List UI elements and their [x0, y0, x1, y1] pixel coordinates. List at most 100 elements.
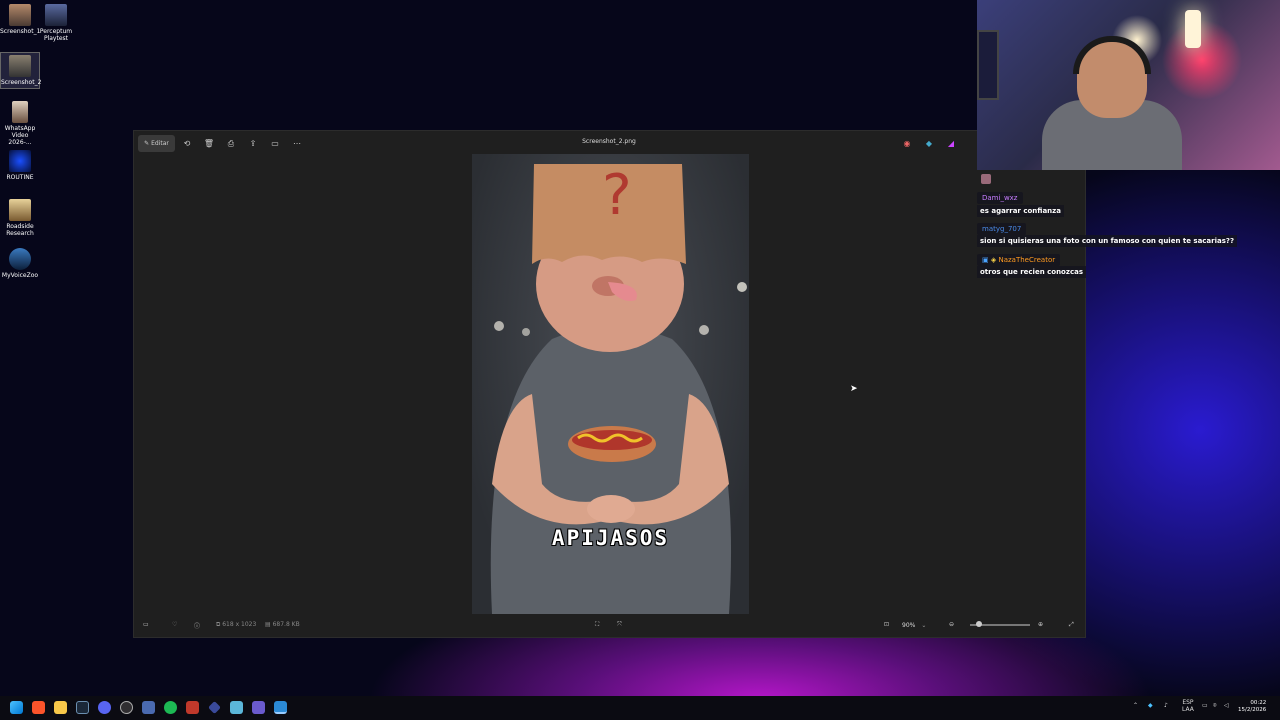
headset-shape [1073, 36, 1151, 74]
slideshow-icon[interactable]: ▭ [267, 135, 283, 152]
zoom-in-icon[interactable]: ⊕ [1038, 621, 1043, 628]
zoom-dropdown[interactable]: 90% ⌄ [902, 619, 936, 631]
rotate-icon[interactable]: ⟲ [179, 135, 195, 152]
lamp-shape [1185, 10, 1201, 48]
copilot-icon[interactable]: ◉ [900, 135, 914, 152]
microphone-icon[interactable]: ♪ [1164, 702, 1168, 709]
fullscreen-icon[interactable]: ⤢ [1069, 621, 1074, 629]
chat-text: es agarrar confianza [977, 205, 1064, 217]
mod-badge-icon: ◈ [990, 256, 997, 264]
filesize-text: ▤ 687.8 KB [265, 621, 300, 628]
language-top: ESP [1182, 699, 1194, 706]
desktop-icon-label: Roadside Research [6, 223, 34, 237]
desktop-icon-label: Screenshot_2 [1, 79, 42, 86]
chat-message-text: sion si quisieras una foto con un famoso… [977, 235, 1238, 247]
tray-chevron-up-icon[interactable]: ⌃ [1133, 702, 1138, 709]
fit-view-icon[interactable]: ⛶ [595, 621, 599, 629]
favorite-icon[interactable]: ♡ [172, 621, 177, 628]
clock-date: 15/2/2026 [1238, 707, 1267, 713]
desktop-icon-label: Perceptum Playtest [39, 28, 73, 42]
app-icon [9, 150, 31, 172]
app-icon[interactable] [142, 701, 155, 714]
app-icon [9, 248, 31, 270]
chat-username-text: NazaTheCreator [998, 256, 1056, 264]
clock[interactable]: 00:22 15/2/2026 [1238, 700, 1266, 714]
edit-icon: ✎ [144, 140, 150, 147]
photos-icon[interactable] [274, 701, 287, 714]
clipchamp-icon[interactable]: ◢ [944, 135, 958, 152]
chat-message-text: es agarrar confianza [977, 205, 1064, 217]
webcam-feed [977, 0, 1280, 170]
desktop-icon-screenshot-1[interactable]: Screenshot_1 [0, 4, 40, 35]
desktop-icon-label: WhatsApp Video 2026-... [4, 125, 36, 146]
photo-viewer-window: ✎ Editar ⟲ 🗑 ⎙ ⇪ ▭ ⋯ Screenshot_2.png ◉ … [133, 130, 1086, 638]
language-indicator[interactable]: ESP LAA [1182, 699, 1194, 713]
obs-icon[interactable] [120, 701, 133, 714]
monitor-icon[interactable]: ▭ [1202, 702, 1208, 709]
file-explorer-icon[interactable] [54, 701, 67, 714]
share-icon[interactable]: ⇪ [245, 135, 261, 152]
brave-browser-icon[interactable] [32, 701, 45, 714]
chat-message: ▣ ◈ NazaTheCreator [977, 254, 1061, 266]
filmstrip-icon[interactable]: ▭ [143, 621, 149, 628]
image-caption: APIJASOS [551, 526, 670, 550]
image-icon [9, 4, 31, 26]
volume-icon[interactable]: ◁ [1224, 702, 1229, 709]
chat-text: otros que recien conozcas [977, 266, 1086, 278]
filesize-value: 687.8 KB [272, 621, 300, 628]
app-icon[interactable] [252, 701, 265, 714]
delete-icon[interactable]: 🗑 [201, 135, 217, 152]
designer-icon[interactable]: ◆ [922, 135, 936, 152]
desktop-icon-roadside-research[interactable]: Roadside Research [0, 199, 40, 237]
desktop-icon-myvoicezoo[interactable]: MyVoiceZoo [0, 248, 40, 279]
svg-text:?: ? [602, 163, 632, 228]
desktop-icon-label: Screenshot_1 [0, 28, 41, 35]
dimensions-text: ⧉ 618 x 1023 [216, 621, 256, 629]
language-bottom: LAA [1182, 706, 1194, 713]
clock-time: 00:22 [1250, 700, 1267, 706]
zoom-slider-knob[interactable] [976, 621, 982, 627]
network-icon[interactable]: ⌾ [1213, 702, 1217, 710]
spotify-icon[interactable] [164, 701, 177, 714]
windows-start-icon[interactable] [10, 701, 23, 714]
tray-app-icon[interactable]: ◆ [1148, 702, 1153, 709]
edit-button[interactable]: ✎ Editar [138, 135, 175, 152]
desktop-icon-perceptum[interactable]: Perceptum Playtest [36, 4, 76, 42]
zoom-slider[interactable] [970, 621, 1030, 627]
chat-avatar [981, 174, 991, 184]
actual-size-icon[interactable]: ⤧ [617, 621, 622, 629]
monitor-shape [977, 30, 999, 100]
fit-window-icon[interactable]: ⊡ [884, 621, 889, 628]
chat-username: matyg_707 [977, 223, 1027, 235]
photo-image: ? APIJASOS [472, 154, 749, 614]
desktop-icon-label: MyVoiceZoo [1, 272, 39, 279]
edit-label: Editar [151, 140, 169, 147]
window-title: Screenshot_2.png [582, 138, 636, 145]
steam-icon[interactable] [76, 701, 89, 714]
calendar-icon[interactable] [186, 701, 199, 714]
desktop-icon-routine[interactable]: ROUTINE [0, 150, 40, 181]
more-icon[interactable]: ⋯ [289, 135, 305, 152]
chevron-down-icon: ⌄ [921, 621, 927, 629]
viewer-toolbar: ✎ Editar ⟲ 🗑 ⎙ ⇪ ▭ ⋯ Screenshot_2.png ◉ … [134, 131, 1085, 155]
info-icon[interactable]: ⓘ [194, 621, 200, 630]
chat-message: Dami_wxz [977, 192, 1023, 204]
app-icon[interactable] [230, 701, 243, 714]
file-icon: ▤ [265, 621, 273, 628]
mouse-cursor-icon: ➤ [850, 384, 858, 394]
game-icon [9, 199, 31, 221]
zoom-out-icon[interactable]: ⊖ [949, 621, 954, 628]
verified-badge-icon: ▣ [982, 256, 989, 264]
game-icon [45, 4, 67, 26]
taskbar: ⌃ ◆ ♪ ESP LAA ▭ ⌾ ◁ 00:22 15/2/2026 [0, 696, 1280, 720]
image-icon [9, 55, 31, 77]
print-icon[interactable]: ⎙ [223, 135, 239, 152]
viewer-status-bar: ▭ ♡ ⓘ ⧉ 618 x 1023 ▤ 687.8 KB ⛶ ⤧ ⊡ 90% … [134, 613, 1085, 637]
desktop-icon-screenshot-2[interactable]: Screenshot_2 [0, 52, 42, 89]
dimensions-value: 618 x 1023 [222, 621, 257, 628]
discord-icon[interactable] [98, 701, 111, 714]
video-icon [12, 101, 28, 123]
app-icon[interactable] [208, 701, 221, 714]
chat-text: sion si quisieras una foto con un famoso… [977, 235, 1238, 247]
desktop-icon-whatsapp-video[interactable]: WhatsApp Video 2026-... [0, 101, 40, 146]
